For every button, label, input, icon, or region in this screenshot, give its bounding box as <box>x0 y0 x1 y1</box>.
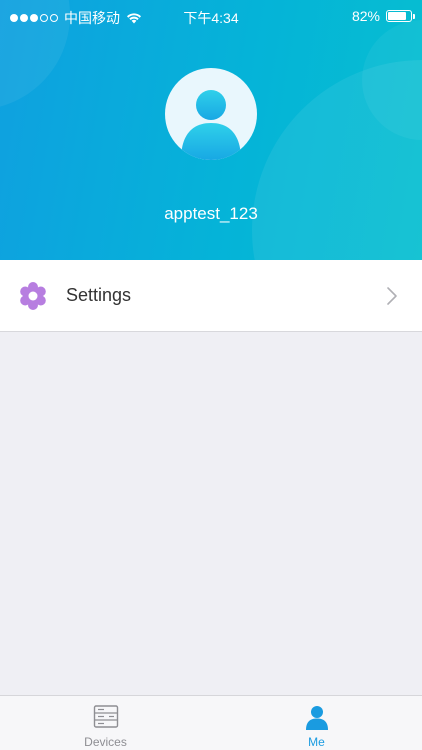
tab-me[interactable]: Me <box>211 696 422 750</box>
settings-label: Settings <box>66 285 132 305</box>
settings-menu-item[interactable]: Settings <box>0 260 422 332</box>
battery-icon <box>386 10 415 22</box>
tab-me-label: Me <box>308 735 325 749</box>
user-avatar[interactable] <box>165 68 257 160</box>
status-right: 82% <box>351 8 415 24</box>
battery-percent: 82% <box>351 8 380 24</box>
tab-devices-label: Devices <box>84 735 127 749</box>
user-avatar-icon <box>181 90 241 160</box>
chevron-right-icon <box>387 287 397 305</box>
profile-header: 中国移动 下午4:34 82% apptest_123 <box>0 0 422 260</box>
tab-devices[interactable]: Devices <box>0 696 211 750</box>
person-icon <box>306 706 328 730</box>
devices-icon <box>93 705 119 728</box>
tab-bar: Devices Me <box>0 695 422 750</box>
username: apptest_123 <box>164 204 258 223</box>
status-bar: 中国移动 下午4:34 82% <box>0 0 422 34</box>
battery-fill <box>388 12 407 20</box>
gear-icon <box>20 282 46 310</box>
